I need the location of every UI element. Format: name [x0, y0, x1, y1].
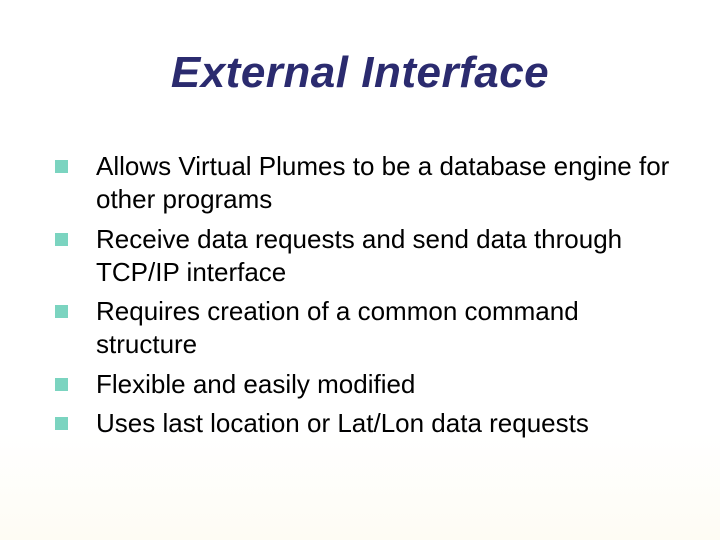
bullet-text: Allows Virtual Plumes to be a database e… — [96, 150, 670, 217]
slide-title: External Interface — [0, 48, 720, 98]
list-item: Flexible and easily modified — [55, 368, 670, 401]
bullet-text: Uses last location or Lat/Lon data reque… — [96, 407, 670, 440]
square-bullet-icon — [55, 417, 68, 430]
square-bullet-icon — [55, 233, 68, 246]
bullet-text: Receive data requests and send data thro… — [96, 223, 670, 290]
list-item: Receive data requests and send data thro… — [55, 223, 670, 290]
list-item: Allows Virtual Plumes to be a database e… — [55, 150, 670, 217]
bullet-text: Flexible and easily modified — [96, 368, 670, 401]
square-bullet-icon — [55, 305, 68, 318]
slide: External Interface Allows Virtual Plumes… — [0, 0, 720, 540]
list-item: Uses last location or Lat/Lon data reque… — [55, 407, 670, 440]
bullet-text: Requires creation of a common command st… — [96, 295, 670, 362]
list-item: Requires creation of a common command st… — [55, 295, 670, 362]
slide-body: Allows Virtual Plumes to be a database e… — [55, 150, 670, 446]
square-bullet-icon — [55, 378, 68, 391]
square-bullet-icon — [55, 160, 68, 173]
